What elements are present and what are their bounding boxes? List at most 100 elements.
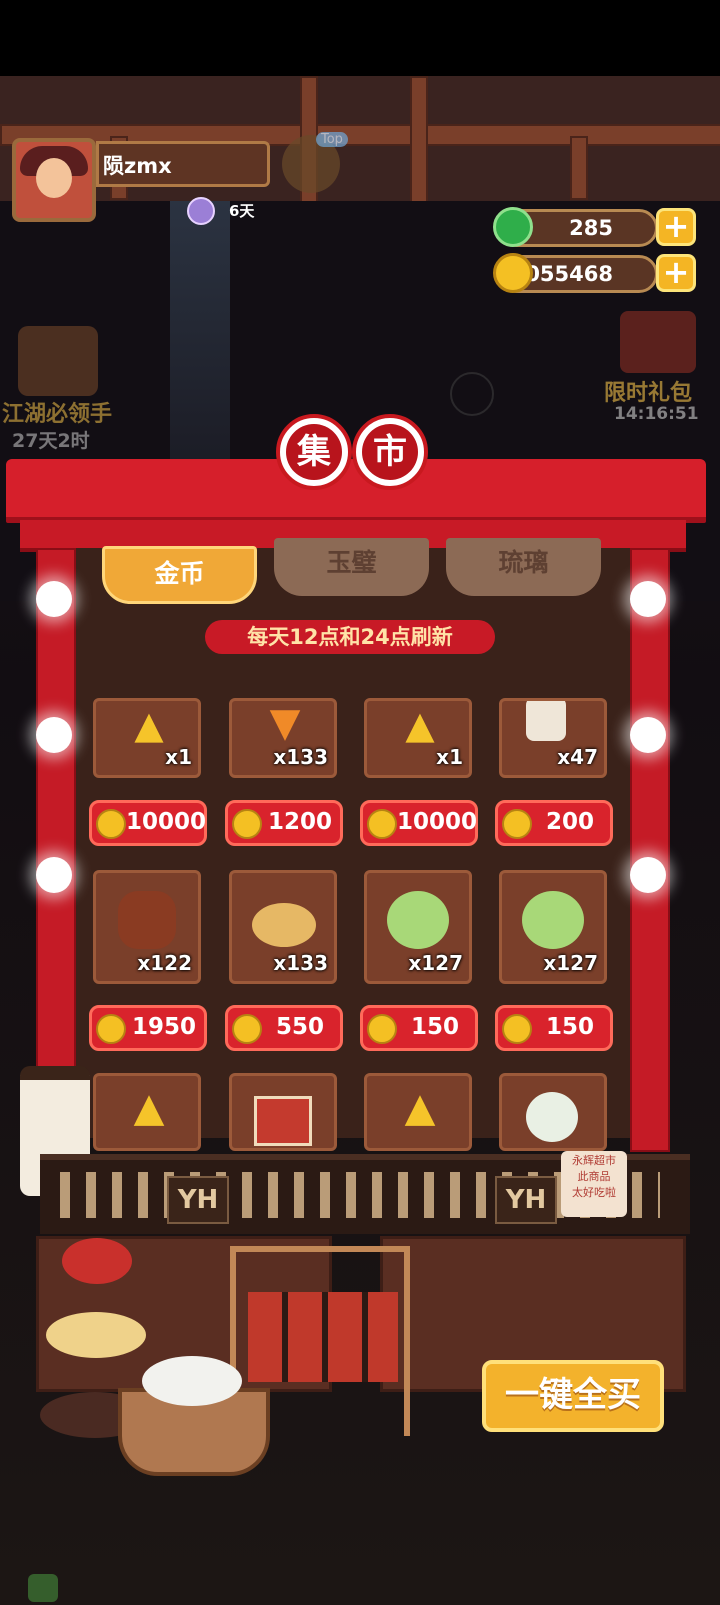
event-left-icon (18, 326, 98, 396)
tab-coins[interactable]: 金币 (102, 546, 257, 604)
item-qty: x1 (165, 745, 192, 769)
light-bulb (630, 581, 666, 617)
price-button[interactable]: 150 (495, 1005, 613, 1051)
item-slot[interactable]: x127 (499, 870, 607, 984)
coin-icon (502, 1014, 532, 1044)
potato-slices-icon (46, 1312, 146, 1358)
cabbage-icon (522, 891, 584, 949)
player-avatar[interactable] (12, 138, 96, 222)
event-left[interactable]: 江湖必领手 27天2时 (0, 326, 113, 452)
item-slot[interactable]: x127 (364, 870, 472, 984)
event-right-timer: 14:16:51 (614, 404, 699, 424)
light-bulb (36, 717, 72, 753)
fish-triangle-icon: ▲ (133, 1085, 165, 1131)
price-value: 10000 (397, 809, 478, 835)
item-slot[interactable]: x122 (93, 870, 201, 984)
sauce-triangle-icon: ▲ (404, 1085, 436, 1131)
price-value: 1200 (267, 809, 332, 835)
bacon-icon (248, 1292, 398, 1382)
price-button[interactable]: 10000 (89, 800, 207, 846)
roof-post (570, 136, 588, 200)
jade-value: 285 (569, 216, 613, 240)
price-value: 1950 (131, 1014, 196, 1040)
coin-icon (502, 809, 532, 839)
item-qty: x47 (557, 745, 598, 769)
price-button[interactable]: 150 (360, 1005, 478, 1051)
avatar-face (36, 158, 72, 198)
item-slot[interactable]: ▲ x1 (93, 698, 201, 778)
wine-jar-icon (118, 891, 176, 949)
corner-icon[interactable] (28, 1574, 58, 1602)
buy-all-button[interactable]: 一键全买 (482, 1360, 664, 1432)
carrot-icon: ▼ (269, 700, 301, 746)
pet-icon[interactable] (187, 197, 215, 225)
jade-icon (493, 207, 533, 247)
light-bulb (630, 857, 666, 893)
potato-icon (252, 903, 316, 947)
add-jade-button[interactable]: + (656, 208, 696, 246)
price-button[interactable]: 10000 (360, 800, 478, 846)
event-right-title: 限时礼包 (604, 381, 693, 406)
price-value: 550 (275, 1014, 324, 1040)
price-button[interactable]: 200 (495, 800, 613, 846)
item-slot[interactable] (229, 1073, 337, 1151)
price-button[interactable]: 1950 (89, 1005, 207, 1051)
item-slot[interactable]: ▼ x133 (229, 698, 337, 778)
item-slot[interactable]: x133 (229, 870, 337, 984)
status-bar (0, 0, 720, 76)
left-pillar (36, 548, 76, 1152)
radish-icon (526, 1092, 578, 1142)
coin-icon (367, 809, 397, 839)
refresh-notice: 每天12点和24点刷新 (205, 620, 495, 654)
meatball-pack-icon (254, 1096, 312, 1146)
event-right[interactable]: 限时礼包 14:16:51 (600, 311, 710, 436)
item-slot[interactable]: x47 (499, 698, 607, 778)
price-value: 150 (545, 1014, 594, 1040)
flour-bag-icon (526, 701, 566, 741)
tab-glaze[interactable]: 琉璃 (446, 538, 601, 596)
item-qty: x122 (137, 951, 192, 975)
item-qty: x133 (273, 745, 328, 769)
coin-icon (493, 253, 533, 293)
item-qty: x1 (436, 745, 463, 769)
price-value: 150 (410, 1014, 459, 1040)
light-bulb (630, 717, 666, 753)
player-namebar[interactable]: 陨zmx (96, 141, 270, 187)
price-value: 200 (545, 809, 594, 835)
coin-icon (232, 1014, 262, 1044)
cabbage-icon (387, 891, 449, 949)
market-title-badge: 集 (276, 414, 352, 490)
event-left-timer: 27天2时 (12, 430, 90, 452)
item-slot[interactable]: ▲ (93, 1073, 201, 1151)
price-button[interactable]: 550 (225, 1005, 343, 1051)
tab-jade[interactable]: 玉璧 (274, 538, 429, 596)
roof-post (410, 76, 428, 205)
gift-icon (620, 311, 696, 373)
right-pillar (630, 548, 670, 1152)
add-coins-button[interactable]: + (656, 254, 696, 292)
item-slot[interactable]: ▲ (364, 1073, 472, 1151)
price-value: 10000 (126, 809, 207, 835)
light-bulb (36, 581, 72, 617)
sticky-note: 永辉超市 此商品 太好吃啦 (561, 1151, 627, 1217)
item-slot[interactable] (499, 1073, 607, 1151)
top-tag: Top (316, 132, 348, 147)
item-qty: x133 (273, 951, 328, 975)
light-bulb (36, 857, 72, 893)
market-title-char: 市 (362, 424, 418, 480)
item-slot[interactable]: ▲ x1 (364, 698, 472, 778)
dumpling-basket (118, 1356, 270, 1476)
market-title-char: 集 (286, 424, 342, 480)
days-counter: 6天 (229, 202, 255, 220)
tomato-icon (62, 1238, 132, 1284)
coin-icon (96, 1014, 126, 1044)
note-line: 永辉超市 (572, 1154, 616, 1167)
price-button[interactable]: 1200 (225, 800, 343, 846)
item-qty: x127 (543, 951, 598, 975)
market-title-badge: 市 (352, 414, 428, 490)
event-left-title: 江湖必领手 (2, 402, 113, 427)
coin-icon (96, 809, 126, 839)
player-name: 陨zmx (103, 154, 172, 178)
note-line: 太好吃啦 (572, 1186, 616, 1199)
counter-sign: YH (167, 1176, 229, 1224)
